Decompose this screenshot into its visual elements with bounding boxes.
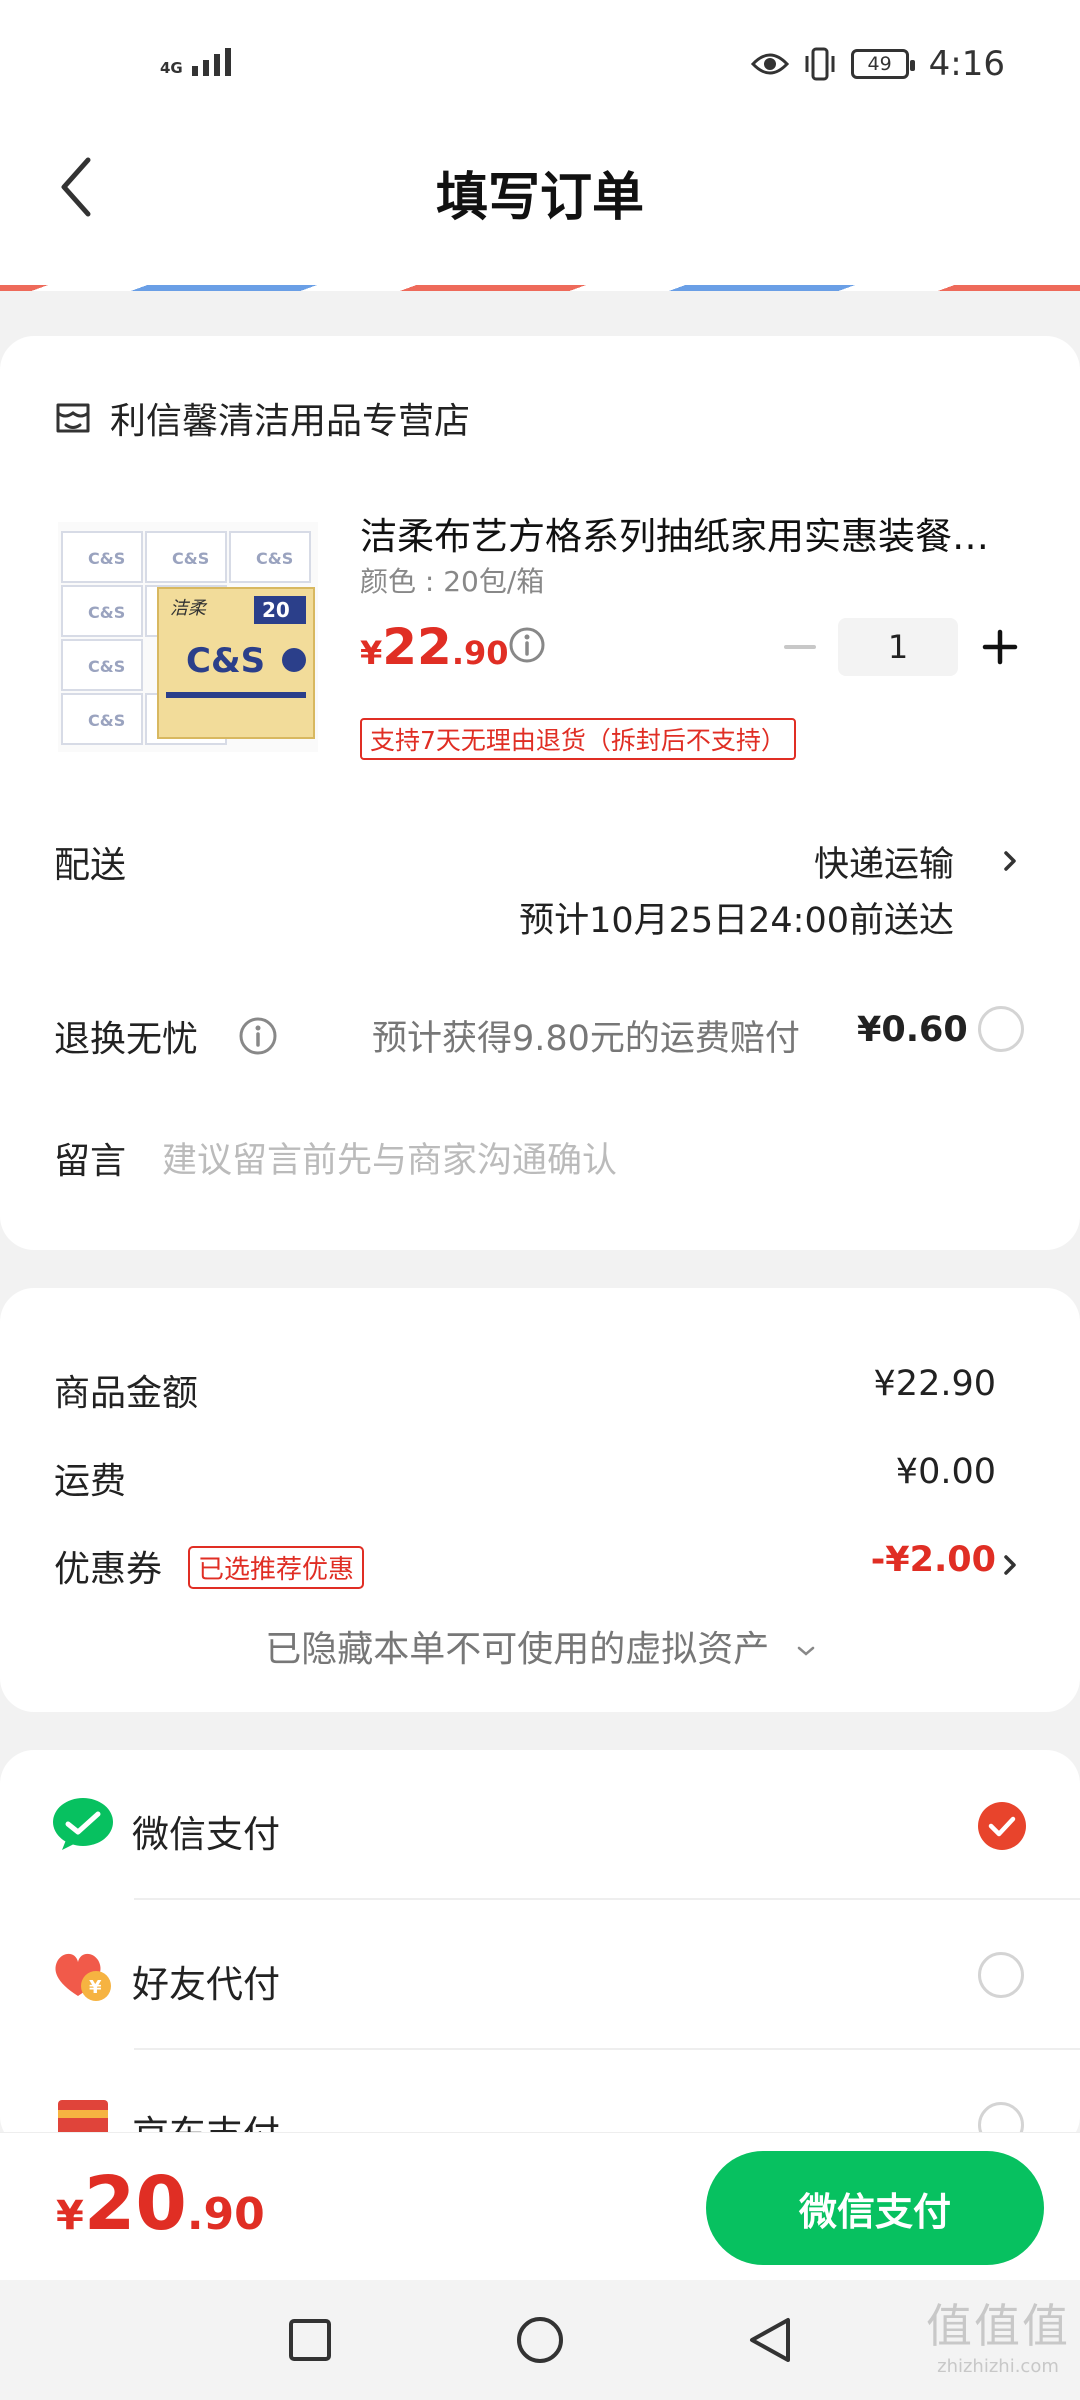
friend-pay-icon: ¥ — [55, 1953, 111, 2001]
page-title: 填写订单 — [435, 168, 644, 228]
coupon-label: 优惠券 — [54, 1549, 163, 1590]
message-label: 留言 — [54, 1141, 127, 1182]
insurance-radio[interactable] — [978, 1006, 1024, 1052]
checkout-bar: ¥ 20 .90 微信支付 — [0, 2132, 1080, 2280]
insurance-info-icon[interactable] — [238, 1016, 278, 1056]
signal-bar-icon — [224, 48, 231, 76]
svg-text:C&S: C&S — [88, 657, 125, 676]
price-integer: 22 — [382, 618, 452, 676]
home-icon[interactable] — [514, 2314, 566, 2366]
total-integer: 20 — [83, 2161, 187, 2247]
payment-card: 微信支付 ¥ 好友代付 京东支付 — [0, 1750, 1080, 2150]
stripe-gap — [0, 291, 1080, 301]
product-spec: 颜色 : 20包/箱 — [360, 565, 545, 598]
watermark-logo: 值值值 — [926, 2299, 1070, 2353]
price-decimal: .90 — [451, 634, 509, 672]
goods-amount-value: ¥22.90 — [873, 1364, 996, 1404]
insurance-price: ¥0.60 — [857, 1010, 968, 1050]
hidden-assets-toggle[interactable]: 已隐藏本单不可使用的虚拟资产 — [0, 1620, 1080, 1672]
order-card: 利信馨清洁用品专营店 C&SC&SC&S C&SC&SC&SC&S 洁柔 20 … — [0, 336, 1080, 1250]
chevron-right-icon[interactable] — [998, 846, 1022, 876]
eye-icon — [750, 53, 789, 75]
product-image[interactable]: C&SC&SC&S C&SC&SC&SC&S 洁柔 20 C&S — [58, 522, 318, 752]
minus-icon[interactable] — [780, 627, 820, 667]
payment-radio-checked[interactable] — [978, 1802, 1026, 1850]
battery-level: 49 — [867, 53, 892, 75]
shipping-fee-value: ¥0.00 — [895, 1452, 996, 1492]
pay-button[interactable]: 微信支付 — [706, 2151, 1044, 2265]
total-price: ¥ 20 .90 — [56, 2161, 265, 2247]
payment-option-wechat[interactable]: 微信支付 — [0, 1750, 1080, 1900]
svg-text:C&S: C&S — [256, 549, 293, 568]
svg-text:C&S: C&S — [88, 603, 125, 622]
payment-radio[interactable] — [978, 1952, 1024, 1998]
payment-label: 好友代付 — [132, 1963, 280, 2006]
price-info-icon[interactable] — [508, 626, 546, 664]
payment-option-friend[interactable]: ¥ 好友代付 — [0, 1900, 1080, 2050]
store-name: 利信馨清洁用品专营店 — [110, 401, 471, 442]
product-price: ¥ 22 .90 — [360, 618, 509, 676]
signal-bar-icon — [191, 66, 198, 76]
price-symbol: ¥ — [360, 634, 383, 672]
chevron-right-icon[interactable] — [998, 1550, 1022, 1580]
vibrate-icon — [805, 47, 835, 81]
svg-text:C&S: C&S — [88, 711, 125, 730]
coupon-badge: 已选推荐优惠 — [188, 1546, 365, 1589]
shipping-fee-label: 运费 — [54, 1461, 127, 1502]
goods-amount-label: 商品金额 — [54, 1373, 199, 1414]
clock: 4:16 — [928, 44, 1005, 84]
total-symbol: ¥ — [56, 2193, 84, 2239]
svg-text:C&S: C&S — [172, 549, 209, 568]
checkmark-icon — [988, 1816, 1016, 1837]
battery-icon: 49 — [850, 49, 915, 79]
store-icon — [56, 403, 90, 433]
total-decimal: .90 — [186, 2189, 265, 2240]
svg-text:¥: ¥ — [89, 1977, 102, 1998]
status-bar: 4G 49 4:16 — [0, 0, 1080, 130]
return-policy-badge: 支持7天无理由退货（拆封后不支持） — [360, 718, 796, 760]
back-nav-icon[interactable] — [744, 2314, 796, 2366]
svg-text:C&S: C&S — [88, 549, 125, 568]
insurance-label: 退换无忧 — [54, 1019, 199, 1060]
hidden-assets-label: 已隐藏本单不可使用的虚拟资产 — [265, 1629, 770, 1670]
store-row[interactable]: 利信馨清洁用品专营店 — [54, 392, 470, 444]
network-type: 4G — [160, 59, 183, 77]
payment-label: 微信支付 — [132, 1813, 280, 1856]
price-summary-card: 商品金额 ¥22.90 运费 ¥0.00 优惠券 已选推荐优惠 -¥2.00 已… — [0, 1288, 1080, 1712]
coupon-value[interactable]: -¥2.00 — [871, 1540, 996, 1580]
page-header: 填写订单 — [0, 130, 1080, 285]
chevron-down-icon — [797, 1646, 814, 1656]
wechat-pay-icon — [53, 1798, 113, 1850]
system-nav-bar — [0, 2280, 1080, 2400]
product-title[interactable]: 洁柔布艺方格系列抽纸家用实惠装餐巾纸 — [360, 506, 1020, 560]
recents-icon[interactable] — [284, 2314, 336, 2366]
signal-bar-icon — [213, 54, 220, 76]
watermark-url: zhizhizhi.com — [937, 2356, 1059, 2377]
quantity-stepper: 1 — [780, 618, 1020, 676]
product-count-text: 20 — [262, 598, 290, 622]
signal-bar-icon — [202, 60, 209, 76]
product-brand-text: C&S — [186, 641, 265, 681]
quantity-field[interactable]: 1 — [838, 618, 958, 676]
watermark: 值值值 zhizhizhi.com — [926, 2290, 1070, 2377]
plus-icon[interactable] — [980, 627, 1020, 667]
delivery-eta: 预计10月25日24:00前送达 — [519, 901, 954, 941]
signal-indicator: 4G — [160, 48, 231, 76]
status-icons: 49 4:16 — [750, 44, 1005, 84]
insurance-description: 预计获得9.80元的运费赔付 — [372, 1019, 800, 1059]
message-input[interactable]: 建议留言前先与商家沟通确认 — [162, 1132, 617, 1183]
delivery-method[interactable]: 快递运输 — [814, 836, 954, 887]
product-logo-text: 洁柔 — [170, 598, 208, 619]
delivery-label: 配送 — [54, 845, 127, 886]
